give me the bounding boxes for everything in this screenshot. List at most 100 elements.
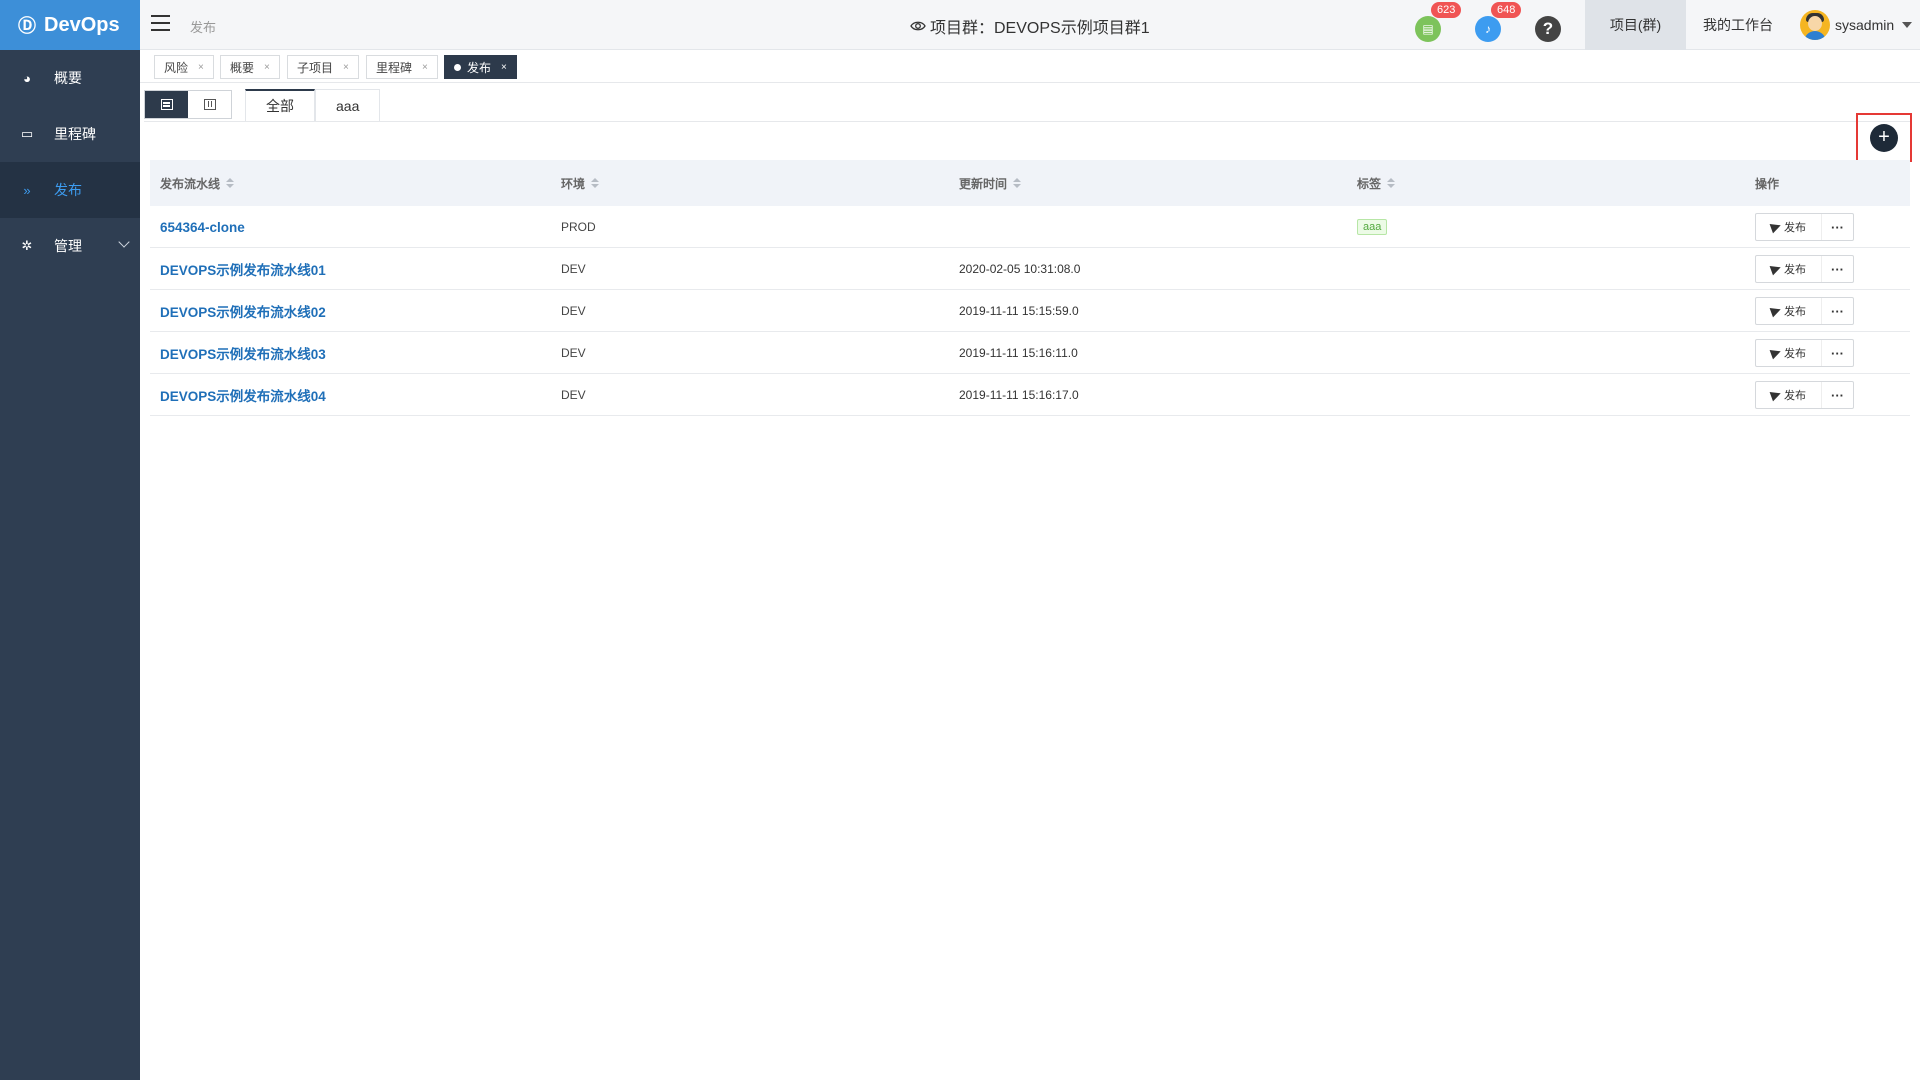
avatar (1800, 10, 1830, 40)
sidebar-item-label: 管理 (54, 238, 82, 254)
more-actions-button[interactable]: ··· (1822, 340, 1853, 366)
updated-time-cell: 2019-11-11 15:16:17.0 (959, 388, 1079, 402)
user-menu[interactable]: sysadmin (1800, 0, 1913, 50)
caret-down-icon (1902, 22, 1913, 28)
env-cell: DEV (561, 346, 586, 360)
sidebar-item-release[interactable]: » 发布 (0, 162, 140, 218)
env-cell: DEV (561, 388, 586, 402)
todo-count-badge: 623 (1431, 2, 1462, 18)
filter-tab-aaa[interactable]: aaa (315, 89, 381, 121)
send-icon (1769, 262, 1783, 276)
sort-icon[interactable] (1013, 177, 1022, 189)
tab-milestone[interactable]: 里程碑 × (366, 55, 438, 79)
sort-icon[interactable] (1387, 177, 1396, 189)
open-tabs-bar: 风险 × 概要 × 子项目 × 里程碑 × 发布 × (140, 50, 1920, 83)
table-row: DEVOPS示例发布流水线03 DEV 2019-11-11 15:16:11.… (150, 332, 1910, 374)
table-row: 654364-clone PROD aaa 发布 ··· (150, 206, 1910, 248)
sort-icon[interactable] (591, 177, 600, 189)
updated-time-cell: 2019-11-11 15:16:11.0 (959, 346, 1078, 360)
add-button-highlight: + (1856, 113, 1912, 162)
list-icon (160, 99, 173, 110)
workspace-button[interactable]: 我的工作台 (1686, 0, 1790, 50)
pipeline-name-link[interactable]: DEVOPS示例发布流水线01 (160, 248, 326, 290)
pipeline-name-link[interactable]: 654364-clone (160, 206, 245, 248)
close-icon[interactable]: × (501, 62, 507, 73)
actions-cell: 发布 ··· (1755, 206, 1854, 248)
sidebar: Ⓓ DevOps ◕ 概要 ▭ 里程碑 » 发布 ✲ 管理 (0, 0, 140, 1080)
sidebar-item-label: 里程碑 (54, 126, 96, 142)
more-actions-button[interactable]: ··· (1822, 214, 1853, 240)
logo[interactable]: Ⓓ DevOps (0, 0, 140, 50)
column-header-pipeline[interactable]: 发布流水线 (160, 175, 235, 192)
help-button[interactable]: ? (1535, 16, 1561, 42)
send-icon (1769, 220, 1783, 234)
close-icon[interactable]: × (343, 62, 349, 73)
board-view-button[interactable] (188, 91, 231, 118)
close-icon[interactable]: × (422, 62, 428, 73)
column-header-label[interactable]: 标签 (1357, 175, 1396, 192)
folder-icon: ▭ (20, 126, 34, 141)
publish-button[interactable]: 发布 (1756, 298, 1822, 324)
brand-name: DevOps (44, 13, 120, 36)
sort-icon[interactable] (226, 177, 235, 189)
pipeline-name-link[interactable]: DEVOPS示例发布流水线03 (160, 332, 326, 374)
project-group-title: 项目群：DEVOPS示例项目群1 (930, 20, 1150, 37)
send-icon (1769, 346, 1783, 360)
more-actions-button[interactable]: ··· (1822, 298, 1853, 324)
actions-cell: 发布 ··· (1755, 290, 1854, 332)
todo-button[interactable]: ▤ 623 (1415, 2, 1462, 42)
sidebar-item-overview[interactable]: ◕ 概要 (0, 50, 140, 106)
tab-subproject[interactable]: 子项目 × (287, 55, 359, 79)
sidebar-item-milestone[interactable]: ▭ 里程碑 (0, 106, 140, 162)
send-icon (1769, 388, 1783, 402)
label-cell: aaa (1357, 206, 1388, 248)
add-pipeline-button[interactable]: + (1870, 123, 1898, 152)
table-row: DEVOPS示例发布流水线02 DEV 2019-11-11 15:15:59.… (150, 290, 1910, 332)
forward-icon: » (23, 182, 31, 198)
pipeline-name-link[interactable]: DEVOPS示例发布流水线02 (160, 290, 326, 332)
bell-icon: ♪ (1485, 22, 1491, 36)
sidebar-item-label: 发布 (54, 182, 82, 198)
env-cell: PROD (561, 220, 596, 234)
filter-tab-all[interactable]: 全部 (245, 89, 315, 121)
divider (144, 121, 1910, 122)
table-row: DEVOPS示例发布流水线04 DEV 2019-11-11 15:16:17.… (150, 374, 1910, 416)
actions-cell: 发布 ··· (1755, 332, 1854, 374)
eye-icon (910, 21, 926, 31)
publish-button[interactable]: 发布 (1756, 382, 1822, 408)
close-icon[interactable]: × (264, 62, 270, 73)
publish-button[interactable]: 发布 (1756, 340, 1822, 366)
tab-risk[interactable]: 风险 × (154, 55, 214, 79)
publish-button[interactable]: 发布 (1756, 214, 1822, 240)
notification-count-badge: 648 (1491, 2, 1522, 18)
tab-release[interactable]: 发布 × (444, 55, 517, 79)
tab-overview[interactable]: 概要 × (220, 55, 280, 79)
notification-button[interactable]: ♪ 648 (1475, 2, 1522, 42)
view-toggle (144, 90, 232, 119)
updated-time-cell: 2019-11-11 15:15:59.0 (959, 304, 1079, 318)
column-header-env[interactable]: 环境 (561, 175, 600, 192)
sidebar-item-management[interactable]: ✲ 管理 (0, 218, 140, 274)
project-group-button[interactable]: 项目(群) (1585, 0, 1686, 50)
table-row: DEVOPS示例发布流水线01 DEV 2020-02-05 10:31:08.… (150, 248, 1910, 290)
filter-tabs: 全部 aaa (245, 89, 381, 121)
top-header: 发布 项目群：DEVOPS示例项目群1 ▤ 623 ♪ 648 ? 项目(群) … (140, 0, 1920, 50)
column-header-updated[interactable]: 更新时间 (959, 175, 1022, 192)
pipeline-name-link[interactable]: DEVOPS示例发布流水线04 (160, 374, 326, 416)
publish-button[interactable]: 发布 (1756, 256, 1822, 282)
more-actions-button[interactable]: ··· (1822, 382, 1853, 408)
tab-label: 概要 (230, 60, 255, 75)
tab-label: 里程碑 (376, 60, 413, 75)
sidebar-item-label: 概要 (54, 70, 82, 86)
hamburger-menu-icon[interactable] (151, 15, 170, 31)
active-dot-icon (454, 63, 461, 71)
chevron-down-icon (118, 236, 130, 248)
tab-label: 子项目 (297, 60, 334, 75)
username: sysadmin (1835, 17, 1895, 33)
list-view-button[interactable] (145, 91, 188, 118)
actions-cell: 发布 ··· (1755, 374, 1854, 416)
page-title: 项目群：DEVOPS示例项目群1 (910, 14, 1150, 38)
more-actions-button[interactable]: ··· (1822, 256, 1853, 282)
table-header: 发布流水线 环境 更新时间 标签 操作 (150, 160, 1910, 206)
close-icon[interactable]: × (198, 62, 204, 73)
